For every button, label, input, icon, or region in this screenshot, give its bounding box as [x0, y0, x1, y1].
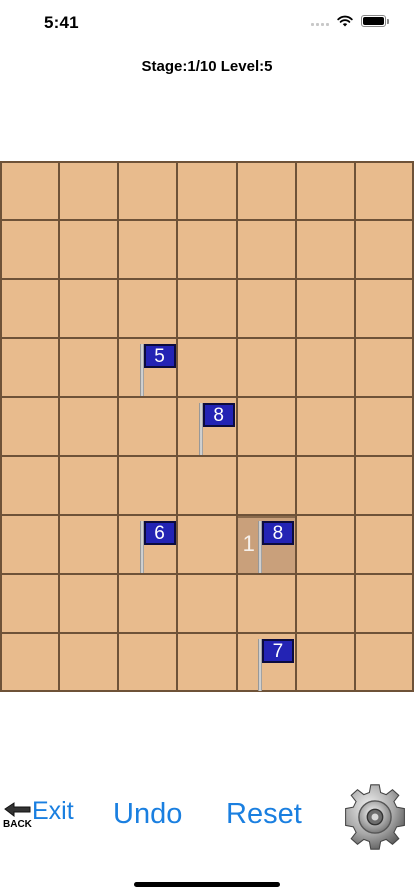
grid-line-horizontal — [0, 632, 414, 634]
status-bar: 5:41 — [0, 0, 414, 48]
flag-number: 6 — [143, 521, 176, 546]
home-indicator — [134, 882, 280, 887]
undo-button[interactable]: Undo — [113, 798, 182, 831]
back-arrow-icon — [4, 802, 31, 818]
flag-number: 7 — [261, 639, 294, 664]
flag-marker[interactable]: 6 — [139, 521, 178, 574]
status-icons — [311, 15, 389, 27]
grid-line-horizontal — [0, 690, 414, 692]
gear-icon[interactable] — [340, 782, 410, 852]
flag-marker[interactable]: 5 — [139, 344, 178, 397]
flag-marker[interactable]: 8 — [257, 521, 296, 574]
grid-line-horizontal — [0, 219, 414, 221]
battery-icon — [361, 15, 389, 27]
grid-line-vertical — [58, 161, 61, 692]
flag-number: 8 — [261, 521, 294, 546]
grid-line-vertical — [353, 161, 356, 692]
flag-marker[interactable]: 7 — [257, 639, 296, 692]
grid-line-vertical — [176, 161, 179, 692]
game-board[interactable]: 1 5 8 6 8 7 — [0, 161, 414, 692]
cell-number: 1 — [242, 531, 255, 556]
back-label: BACK — [3, 819, 32, 830]
grid-line-horizontal — [0, 396, 414, 398]
reset-button[interactable]: Reset — [226, 798, 302, 831]
bottom-controls: BACK Exit Undo Reset — [0, 770, 414, 870]
signal-icon — [311, 16, 329, 26]
flag-marker[interactable]: 8 — [198, 403, 237, 456]
grid-line-horizontal — [0, 573, 414, 575]
grid-line-vertical — [0, 161, 2, 692]
grid-line-horizontal — [0, 337, 414, 339]
grid-line-horizontal — [0, 278, 414, 280]
status-time: 5:41 — [44, 13, 79, 32]
grid-line-vertical — [294, 161, 297, 692]
exit-label: Exit — [32, 797, 74, 825]
grid-line-vertical — [117, 161, 120, 692]
stage-label: Stage:1/10 Level:5 — [141, 58, 273, 75]
flag-number: 5 — [143, 344, 176, 369]
grid-line-horizontal — [0, 514, 414, 516]
exit-button[interactable]: BACK Exit — [0, 797, 80, 836]
flag-number: 8 — [202, 403, 235, 428]
grid-line-horizontal — [0, 161, 414, 163]
wifi-icon — [337, 15, 353, 27]
